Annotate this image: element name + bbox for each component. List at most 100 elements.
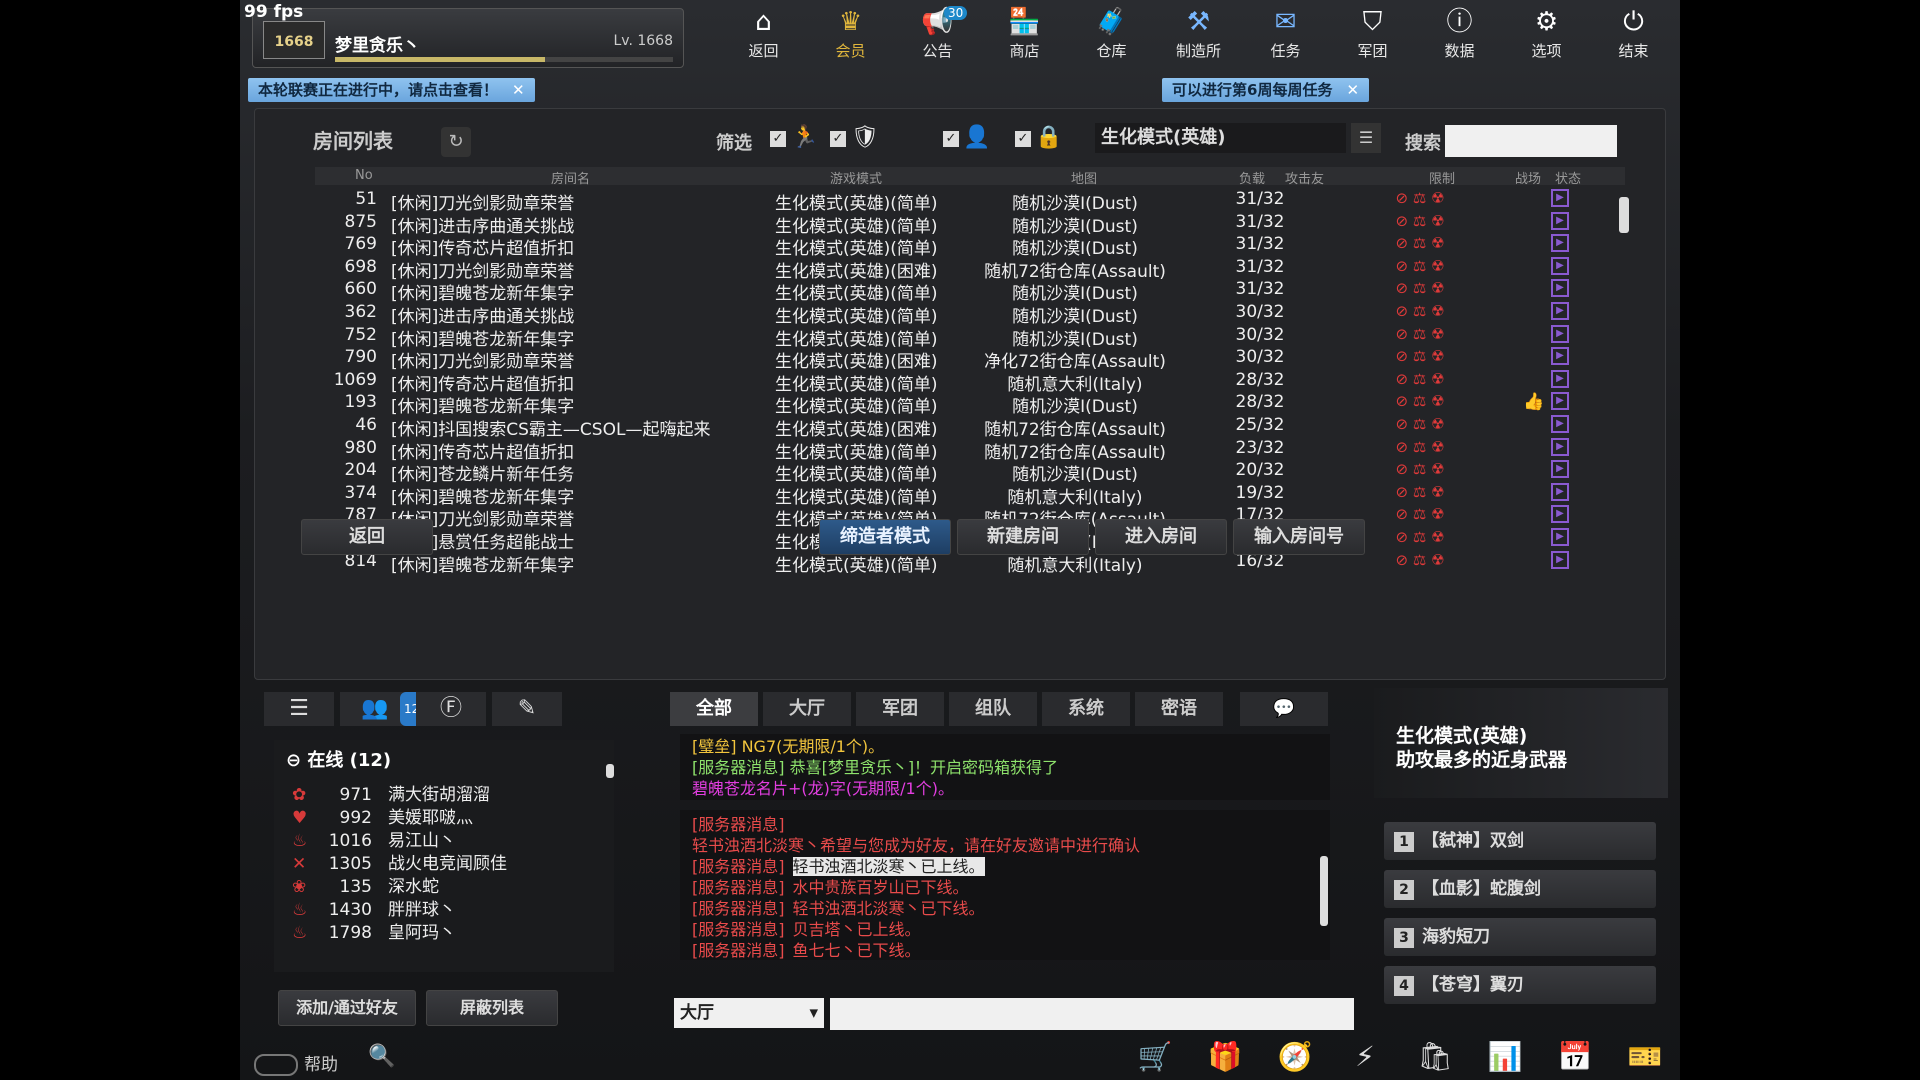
compass-icon[interactable]: 🧭	[1260, 1040, 1330, 1073]
room-mode: 生化模式(英雄)(简单)	[775, 284, 938, 305]
table-row[interactable]: 698 [休闲]刀光剑影勋章荣誉 生化模式(英雄)(困难) 随机72街仓库(Assau…	[315, 256, 1615, 282]
calendar-icon[interactable]: 📅	[1540, 1040, 1610, 1073]
room-status-icon[interactable]: ▶	[1551, 347, 1569, 366]
room-status-icon[interactable]: ▶	[1551, 324, 1569, 343]
chat-input[interactable]	[830, 998, 1354, 1030]
room-status-icon[interactable]: ▶	[1551, 505, 1569, 524]
room-status-icon[interactable]: ▶	[1551, 392, 1569, 411]
room-scrollbar[interactable]	[1619, 169, 1629, 579]
ticket-icon[interactable]: 🎫	[1610, 1040, 1680, 1073]
chat-tab[interactable]: 系统	[1042, 692, 1130, 726]
chat-scrollbar[interactable]	[1320, 826, 1330, 946]
emoji-icon[interactable]: 💬	[1240, 692, 1328, 726]
weekly-mission-notice[interactable]: 可以进行第6周每周任务 ✕	[1162, 78, 1370, 102]
table-row[interactable]: 46 [休闲]抖国搜索CS霸主—CSOL—起嗨起来 生化模式(英雄)(困难) 随机72…	[315, 415, 1615, 440]
cart-icon[interactable]: 🛍	[1400, 1040, 1470, 1073]
close-icon[interactable]: ✕	[512, 81, 525, 99]
ranking-icon[interactable]: 📊	[1470, 1040, 1540, 1073]
chat-tab[interactable]: 全部	[670, 692, 758, 726]
nav-mission[interactable]: ✉ 任务	[1242, 4, 1329, 68]
table-row[interactable]: 769 [休闲]传奇芯片超值折扣 生化模式(英雄)(简单) 随机沙漠Ⅰ(Dust) 31…	[315, 234, 1615, 259]
nav-crown[interactable]: ♛ 会员	[807, 4, 894, 68]
table-row[interactable]: 51 [休闲]刀光剑影勋章荣誉 生化模式(英雄)(简单) 随机沙漠Ⅰ(Dust) 31/…	[315, 189, 1615, 214]
room-status-icon[interactable]: ▶	[1551, 211, 1569, 230]
nav-megaphone[interactable]: 📢 30 公告	[894, 4, 981, 68]
refresh-icon[interactable]: ↻	[441, 127, 471, 157]
room-status-icon[interactable]: ▶	[1551, 482, 1569, 501]
room-status-icon[interactable]: ▶	[1551, 234, 1569, 253]
table-row[interactable]: 204 [休闲]苍龙鳞片新年任务 生化模式(英雄)(简单) 随机沙漠Ⅰ(Dust) 20…	[315, 460, 1615, 485]
scroll-thumb[interactable]	[606, 764, 614, 778]
chat-tab[interactable]: 大厅	[763, 692, 851, 726]
nav-home[interactable]: ⌂ 返回	[720, 4, 807, 68]
nav-label: 会员	[835, 42, 866, 60]
table-row[interactable]: 875 [休闲]进击序曲通关挑战 生化模式(英雄)(简单) 随机沙漠Ⅰ(Dust) 31…	[315, 211, 1615, 237]
toggle-icon[interactable]	[254, 1054, 298, 1076]
table-row[interactable]: 660 [休闲]碧魄苍龙新年集字 生化模式(英雄)(简单) 随机沙漠Ⅰ(Dust) 31…	[315, 279, 1615, 305]
enter-room-number-button[interactable]: 输入房间号	[1233, 519, 1365, 555]
creator-mode-button[interactable]: 缔造者模式	[819, 519, 951, 555]
weapon-item[interactable]: 3 海豹短刀	[1384, 918, 1656, 956]
room-status-icon[interactable]: ▶	[1551, 460, 1569, 479]
filter-checkbox-1[interactable]: ✓	[770, 131, 786, 147]
nav-power[interactable]: ⏻ 结束	[1590, 4, 1677, 68]
clan-friends-tab[interactable]: Ⓕ	[416, 692, 486, 726]
nav-warehouse[interactable]: 🧳 仓库	[1068, 4, 1155, 68]
boost-icon[interactable]: ⚡	[1330, 1040, 1400, 1073]
table-row[interactable]: 752 [休闲]碧魄苍龙新年集字 生化模式(英雄)(简单) 随机沙漠Ⅰ(Dust) 30…	[315, 324, 1615, 350]
help-toggle[interactable]: 帮助	[254, 1050, 364, 1076]
add-friend-button[interactable]: 添加/通过好友	[278, 990, 416, 1026]
friend-scrollbar[interactable]	[606, 744, 614, 964]
nav-clan[interactable]: ⛉ 军团	[1329, 4, 1416, 68]
table-row[interactable]: 790 [休闲]刀光剑影勋章荣誉 生化模式(英雄)(困难) 净化72街仓库(Assau…	[315, 347, 1615, 372]
nav-shop[interactable]: 🏪 商店	[981, 4, 1068, 68]
chat-channel-select[interactable]: 大厅 ▾	[674, 998, 824, 1028]
filter-checkbox-3[interactable]: ✓	[943, 131, 959, 147]
league-notice[interactable]: 本轮联赛正在进行中，请点击查看！ ✕	[248, 78, 535, 102]
chat-tab[interactable]: 组队	[949, 692, 1037, 726]
scroll-thumb[interactable]	[1320, 856, 1328, 926]
nav-craft[interactable]: ⚒ 制造所	[1155, 4, 1242, 68]
room-status-icon[interactable]: ▶	[1551, 302, 1569, 320]
chat-tab[interactable]: 密语	[1135, 692, 1223, 726]
room-status-icon[interactable]: ▶	[1551, 550, 1569, 569]
enter-room-button[interactable]: 进入房间	[1095, 519, 1227, 555]
block-list-button[interactable]: 屏蔽列表	[426, 990, 558, 1026]
weapon-item[interactable]: 4 【苍穹】翼刃	[1384, 966, 1656, 1004]
profile-card[interactable]: 1668 梦里贪乐丶 Lv. 1668	[252, 8, 684, 68]
filter-checkbox-2[interactable]: ✓	[830, 131, 846, 147]
table-row[interactable]: 374 [休闲]碧魄苍龙新年集字 生化模式(英雄)(简单) 随机意大利(Italy) 1…	[315, 482, 1615, 508]
nav-gear[interactable]: ⚙ 选项	[1503, 4, 1590, 68]
chat-tab[interactable]: 军团	[856, 692, 944, 726]
filter-checkbox-4[interactable]: ✓	[1015, 131, 1031, 147]
room-status-icon[interactable]: ▶	[1551, 437, 1569, 456]
close-icon[interactable]: ✕	[1346, 81, 1359, 99]
table-row[interactable]: 1069 [休闲]传奇芯片超值折扣 生化模式(英雄)(简单) 随机意大利(Italy)…	[315, 369, 1615, 395]
search-input[interactable]	[1445, 125, 1617, 157]
mode-select[interactable]: 生化模式(英雄)	[1095, 123, 1346, 153]
online-header[interactable]: ⊖ 在线 (12)	[286, 746, 391, 772]
edit-tab[interactable]: ✎	[492, 692, 562, 726]
table-row[interactable]: 980 [休闲]传奇芯片超值折扣 生化模式(英雄)(简单) 随机72街仓库(Assau…	[315, 437, 1615, 463]
room-status-icon[interactable]: ▶	[1551, 279, 1569, 298]
table-row[interactable]: 362 [休闲]进击序曲通关挑战 生化模式(英雄)(简单) 随机沙漠Ⅰ(Dust) 30…	[315, 302, 1615, 327]
back-button[interactable]: 返回	[301, 519, 433, 555]
filter-settings-icon[interactable]: ☰	[1351, 123, 1381, 153]
room-status-icon[interactable]: ▶	[1551, 189, 1569, 207]
room-status-icon[interactable]: ▶	[1551, 369, 1569, 388]
weapon-item[interactable]: 1 【弑神】双剑	[1384, 822, 1656, 860]
basket-icon[interactable]: 🛒	[1120, 1040, 1190, 1073]
friend-row[interactable]: ♨ 1798 皇阿玛丶	[292, 918, 456, 944]
table-row[interactable]: 193 [休闲]碧魄苍龙新年集字 生化模式(英雄)(简单) 随机沙漠Ⅰ(Dust) 28…	[315, 392, 1615, 417]
room-status-icon[interactable]: ▶	[1551, 256, 1569, 275]
room-status-icon[interactable]: ▶	[1551, 528, 1569, 546]
scroll-thumb[interactable]	[1619, 197, 1629, 233]
friend-list-tab[interactable]: ☰	[264, 692, 334, 726]
room-status-icon[interactable]: ▶	[1551, 415, 1569, 433]
new-room-button[interactable]: 新建房间	[957, 519, 1089, 555]
gift-icon[interactable]: 🎁	[1190, 1040, 1260, 1073]
search-icon[interactable]: 🔍	[368, 1044, 395, 1069]
weapon-item[interactable]: 2 【血影】蛇腹剑	[1384, 870, 1656, 908]
nav-info[interactable]: ⓘ 数据	[1416, 4, 1503, 68]
friends-tab[interactable]: 👥 12	[340, 692, 424, 726]
